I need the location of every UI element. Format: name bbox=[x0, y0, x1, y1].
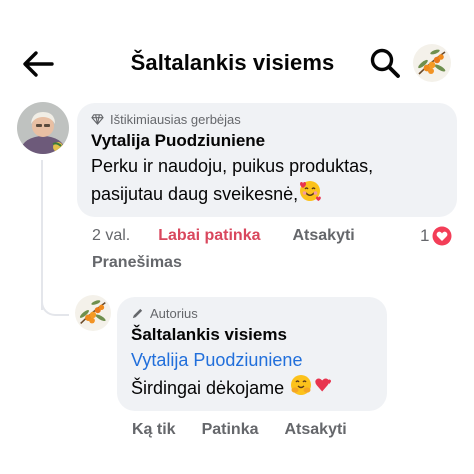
reaction-summary[interactable]: 1 bbox=[420, 226, 452, 246]
love-reaction-icon bbox=[432, 226, 452, 246]
reply-time: Ką tik bbox=[132, 421, 176, 438]
top-bar: Šaltalankis visiems bbox=[0, 0, 474, 110]
sea-buckthorn-logo-icon bbox=[418, 49, 446, 75]
author-badge: Autorius bbox=[131, 304, 373, 322]
user-photo-icon bbox=[17, 102, 69, 154]
arrow-left-icon[interactable] bbox=[18, 44, 58, 84]
avatar[interactable] bbox=[17, 102, 69, 154]
page-avatar-small[interactable] bbox=[75, 295, 111, 331]
like-button[interactable]: Patinka bbox=[202, 421, 259, 439]
badge-label: Ištikimiausias gerbėjas bbox=[110, 111, 241, 127]
reaction-count: 1 bbox=[420, 226, 430, 245]
search-icon[interactable] bbox=[368, 46, 402, 80]
comment-text-line2: pasijutau daug sveikesnė, bbox=[91, 184, 299, 204]
comment-actions: 2 val. Labai patinka Atsakyti bbox=[92, 227, 355, 245]
reply-text-wrap: Širdingai dėkojame bbox=[131, 373, 373, 401]
sea-buckthorn-logo-icon bbox=[79, 300, 106, 324]
heart-icon bbox=[315, 378, 332, 392]
like-button[interactable]: Labai patinka bbox=[158, 227, 260, 245]
comment-text-line2-wrap: pasijutau daug sveikesnė, bbox=[91, 179, 443, 207]
diamond-icon bbox=[91, 113, 104, 125]
smiling-face-with-hearts-icon bbox=[300, 181, 321, 201]
reply-bubble: Autorius Šaltalankis visiems Vytalija Pu… bbox=[117, 297, 387, 411]
mention-link[interactable]: Vytalija Puodziuniene bbox=[131, 347, 373, 373]
hugging-face-icon bbox=[291, 375, 312, 395]
reply-text: Širdingai dėkojame bbox=[131, 378, 285, 398]
page-avatar[interactable] bbox=[413, 44, 451, 82]
reply-author[interactable]: Šaltalankis visiems bbox=[131, 323, 373, 347]
comment-author[interactable]: Vytalija Puodziuniene bbox=[91, 129, 443, 153]
reply-button[interactable]: Atsakyti bbox=[293, 227, 355, 245]
page-title: Šaltalankis visiems bbox=[130, 50, 335, 75]
comment-bubble: Ištikimiausias gerbėjas Vytalija Puodziu… bbox=[77, 103, 457, 217]
badge-label: Autorius bbox=[150, 305, 198, 321]
top-fan-badge: Ištikimiausias gerbėjas bbox=[91, 110, 443, 128]
thread-line bbox=[41, 160, 43, 310]
pencil-icon bbox=[132, 308, 143, 318]
comment-time: 2 val. bbox=[92, 227, 131, 244]
reply-button[interactable]: Atsakyti bbox=[285, 421, 347, 439]
reply-actions: Ką tik Patinka Atsakyti bbox=[132, 421, 347, 439]
comment-text-line1: Perku ir naudoju, puikus produktas, bbox=[91, 156, 374, 176]
thread-connector bbox=[41, 290, 69, 316]
report-button[interactable]: Pranešimas bbox=[92, 254, 182, 272]
